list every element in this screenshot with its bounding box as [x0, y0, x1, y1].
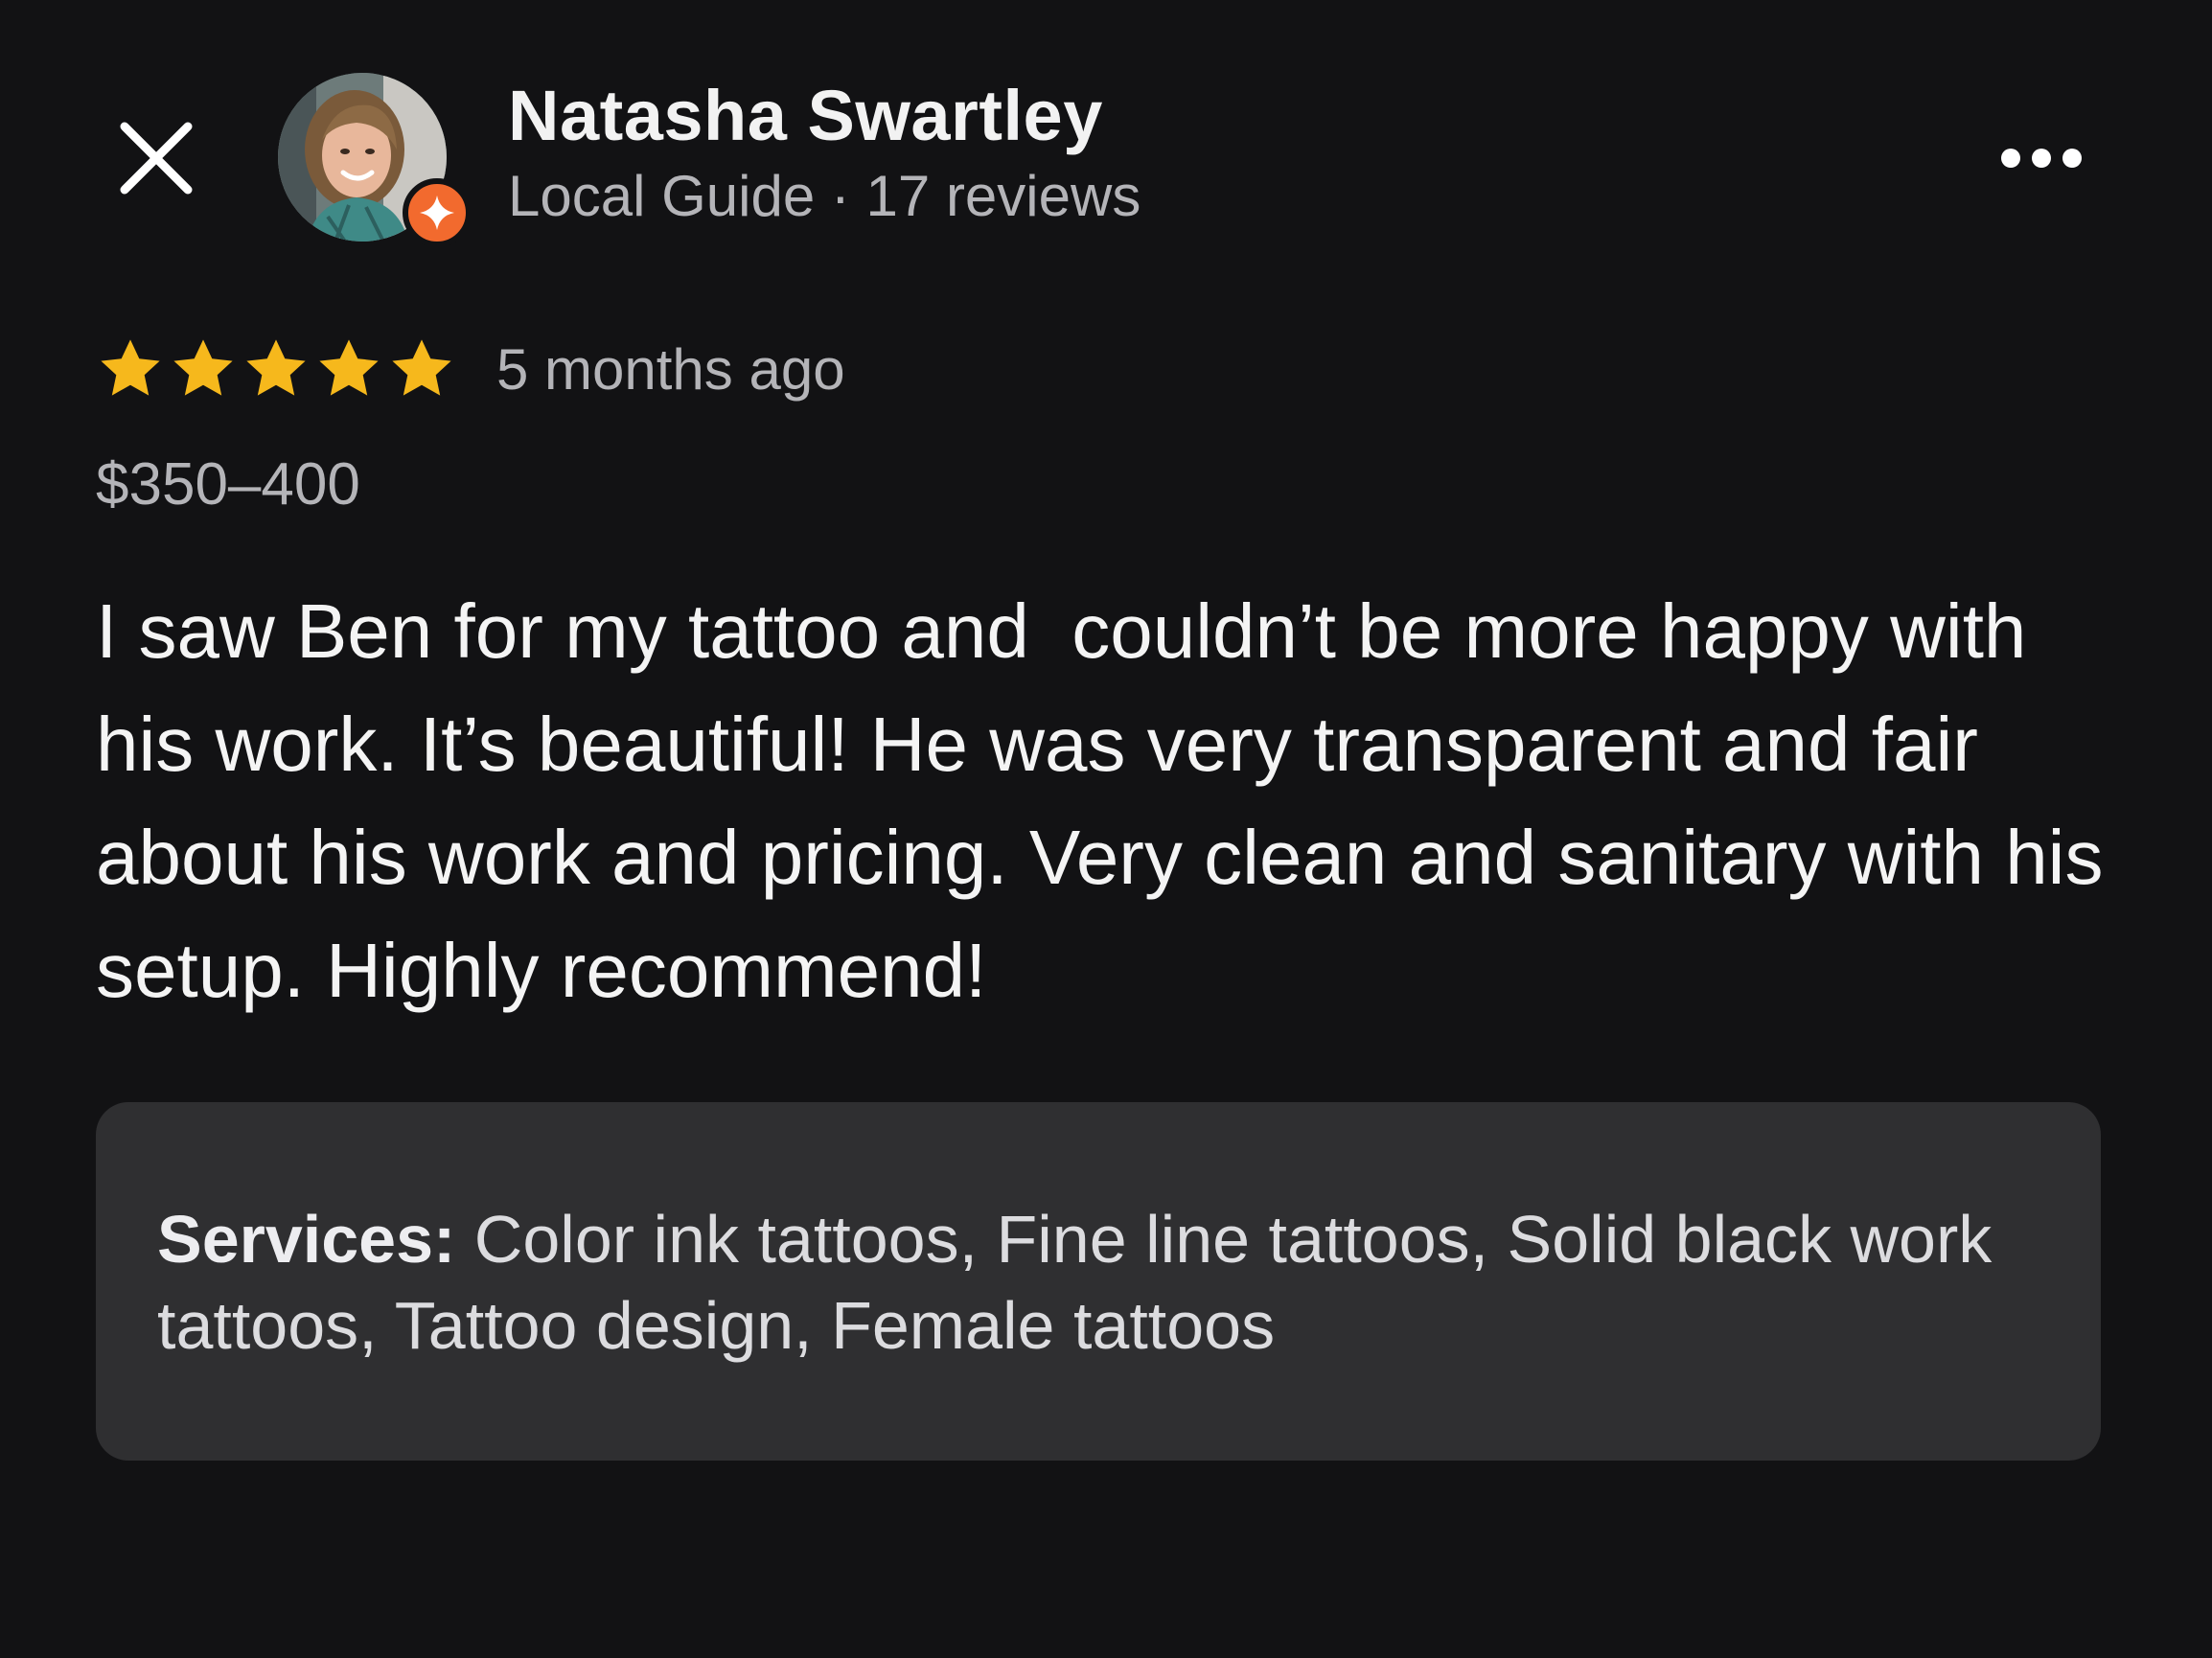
- reviewer-name[interactable]: Natasha Swartley: [508, 75, 1103, 156]
- review-text: I saw Ben for my tattoo and couldn’t be …: [96, 588, 2125, 1013]
- reviewer-meta: Local Guide · 17 reviews: [508, 164, 1141, 228]
- price-range: $350–400: [96, 451, 360, 518]
- reviewer-avatar-group[interactable]: [278, 73, 472, 247]
- more-horizontal-icon: [2001, 149, 2082, 168]
- star-icon: [169, 334, 238, 403]
- star-rating: [96, 334, 456, 403]
- services-card: Services: Color ink tattoos, Fine line t…: [96, 1102, 2101, 1461]
- services-text: Services: Color ink tattoos, Fine line t…: [157, 1196, 2039, 1369]
- close-button[interactable]: [113, 115, 199, 201]
- local-guide-star-icon: [420, 196, 454, 230]
- rating-row: 5 months ago: [96, 331, 845, 407]
- more-options-button[interactable]: [1993, 134, 2089, 182]
- close-icon: [120, 122, 193, 195]
- star-icon: [387, 334, 456, 403]
- local-guide-badge: [403, 178, 472, 247]
- star-icon: [314, 334, 383, 403]
- star-icon: [242, 334, 311, 403]
- services-label: Services:: [157, 1202, 456, 1277]
- star-icon: [96, 334, 165, 403]
- review-time: 5 months ago: [496, 336, 845, 402]
